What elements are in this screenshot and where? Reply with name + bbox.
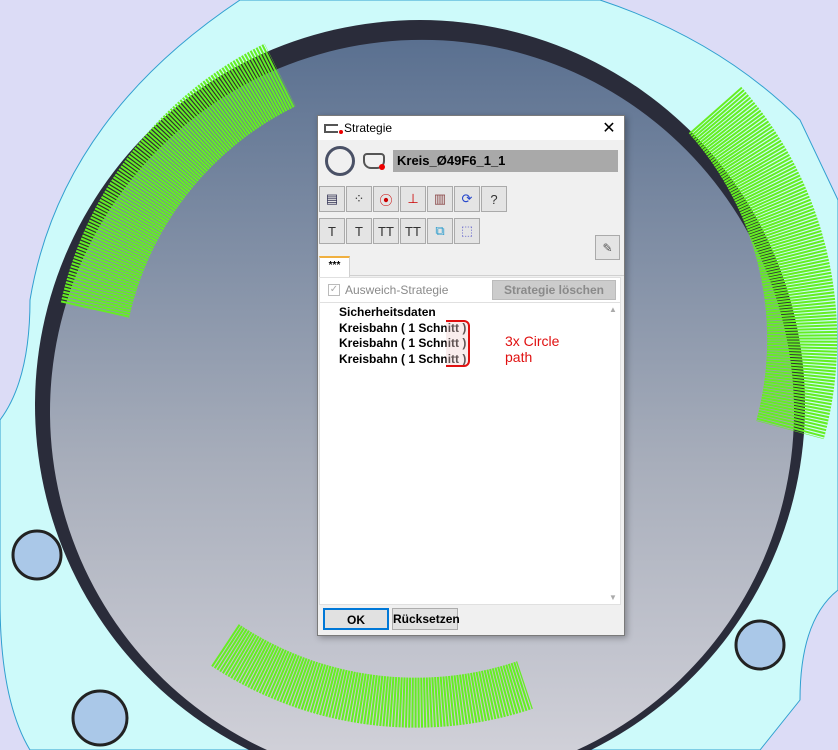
scrollbar[interactable]: ▲ ▼ — [606, 303, 620, 604]
hole — [71, 689, 129, 747]
circle-points-icon[interactable]: ⦿ — [373, 186, 399, 212]
rotate-cube-icon[interactable]: ⟳ — [454, 186, 480, 212]
app-icon — [324, 123, 343, 134]
strategy-list: Sicherheitsdaten Kreisbahn ( 1 Schnitt )… — [320, 302, 620, 604]
delete-strategy-button[interactable]: Strategie löschen — [492, 280, 616, 300]
probe-icon[interactable]: ⊥ — [400, 186, 426, 212]
close-button[interactable]: ✕ — [594, 118, 624, 138]
ok-button[interactable]: OK — [323, 608, 389, 630]
strategy-dialog: Strategie ✕ Kreis_Ø49F6_1_1 ▤ ⁘ ⦿ ⊥ ▥ ⟳ … — [317, 115, 625, 636]
t-plane-icon[interactable]: T — [346, 218, 372, 244]
points-icon[interactable]: ⁘ — [346, 186, 372, 212]
wire-cube-icon[interactable]: ⬚ — [454, 218, 480, 244]
fallback-label: Ausweich-Strategie — [345, 283, 449, 297]
tool-icon — [363, 153, 385, 170]
t-axis-icon[interactable]: T — [319, 218, 345, 244]
align-icon[interactable]: ⧉ — [427, 218, 453, 244]
title-bar: Strategie ✕ — [318, 116, 624, 140]
reset-button[interactable]: Rücksetzen — [392, 608, 460, 630]
t-double-icon[interactable]: TT — [373, 218, 399, 244]
curve-question-icon[interactable]: ? — [481, 186, 507, 212]
fallback-strategy-checkbox[interactable]: ✓ Ausweich-Strategie — [328, 283, 448, 297]
hole — [11, 529, 63, 581]
feature-name-field[interactable]: Kreis_Ø49F6_1_1 — [393, 150, 618, 172]
check-icon: ✓ — [328, 284, 340, 296]
tab-strategy[interactable]: *** — [319, 256, 350, 277]
list-icon[interactable]: ▤ — [319, 186, 345, 212]
annotation-text: 3x Circle path — [505, 333, 560, 365]
list-item[interactable]: Sicherheitsdaten — [320, 305, 620, 321]
hole — [734, 619, 786, 671]
annotation-brace — [446, 320, 470, 367]
circle-feature-icon — [325, 146, 355, 176]
dialog-title: Strategie — [344, 121, 393, 135]
cylinder-icon[interactable]: ▥ — [427, 186, 453, 212]
t-surface-icon[interactable]: TT — [400, 218, 426, 244]
